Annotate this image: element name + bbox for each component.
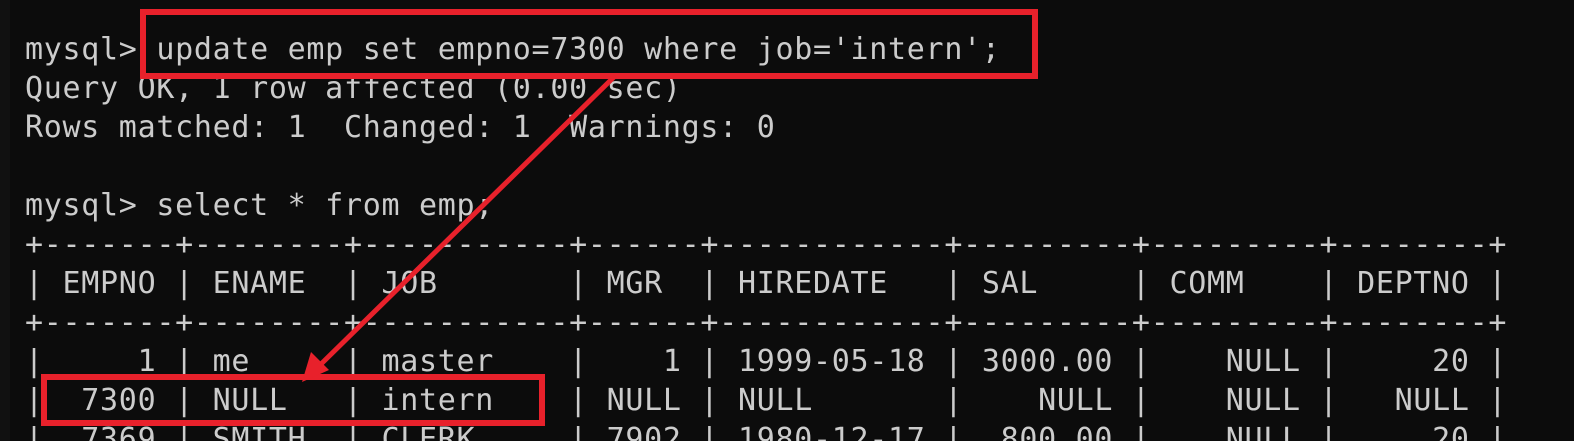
terminal-line-select-command: mysql> select * from emp;: [25, 188, 495, 223]
table-border-top: +-------+--------+-----------+------+---…: [25, 227, 1508, 262]
table-row: | 1 | me | master | 1 | 1999-05-18 | 300…: [25, 344, 1508, 379]
table-border-header: +-------+--------+-----------+------+---…: [25, 305, 1508, 340]
terminal-line-update-command: mysql> update emp set empno=7300 where j…: [25, 32, 1001, 67]
terminal-line-query-ok: Query OK, 1 row affected (0.00 sec): [25, 71, 682, 106]
table-row-updated: | 7300 | NULL | intern | NULL | NULL | N…: [25, 383, 1508, 418]
terminal-window[interactable]: mysql> update emp set empno=7300 where j…: [0, 0, 1574, 441]
table-header-row: | EMPNO | ENAME | JOB | MGR | HIREDATE |…: [25, 266, 1508, 301]
scrollbar-track[interactable]: [0, 0, 10, 441]
terminal-line-rows-matched: Rows matched: 1 Changed: 1 Warnings: 0: [25, 110, 776, 145]
table-row: | 7369 | SMITH | CLERK | 7902 | 1980-12-…: [25, 422, 1508, 441]
